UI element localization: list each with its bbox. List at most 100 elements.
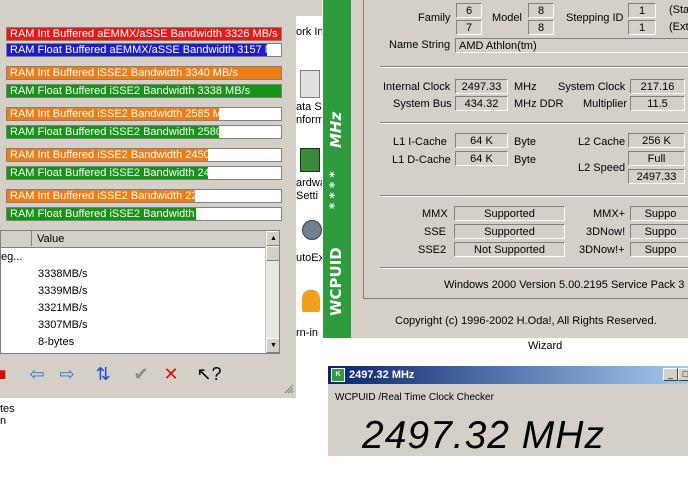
bandwidth-bar: RAM Int Buffered iSSE2 Bandwidth 2450 MB… (6, 148, 282, 162)
clock-subtitle: WCPUID /Real Time Clock Checker (335, 392, 494, 403)
help-pointer-icon[interactable]: ↖? (196, 360, 222, 388)
status-line: tes (0, 403, 15, 415)
minimize-button[interactable]: _ (663, 368, 678, 381)
desktop-icon-label[interactable]: rn-in S (296, 327, 322, 339)
column-header-field[interactable] (1, 231, 32, 246)
wcpuid-brand-bar: WCPUID * * * * MHz (323, 0, 351, 338)
list-header: Value (1, 231, 265, 248)
hardware-board-icon[interactable] (300, 148, 320, 172)
list-row-value[interactable]: 3307MB/s (38, 317, 88, 334)
l2-speed-label: L2 Speed (578, 162, 626, 174)
mhz-unit: MHz (514, 81, 537, 93)
cancel-x-icon[interactable]: ✕ (158, 360, 184, 388)
cd-drive-icon[interactable] (302, 220, 322, 240)
byte-unit: Byte (514, 136, 537, 148)
title-bar[interactable]: K 2497.32 MHz _ □ (328, 366, 688, 384)
desktop-icon-label[interactable]: ata Sc (296, 101, 322, 113)
realtime-clock-window: K 2497.32 MHz _ □ WCPUID /Real Time Cloc… (327, 366, 688, 457)
l2-cache-value: 256 K (628, 133, 685, 148)
bandwidth-bar: RAM Float Buffered aEMMX/aSSE Bandwidth … (6, 43, 282, 57)
family-label: Family (418, 12, 451, 24)
desktop-icon-label[interactable]: Setti (296, 190, 322, 202)
multiplier-label: Multiplier (583, 98, 628, 110)
resize-grip-icon[interactable] (282, 382, 294, 394)
mmxplus-label: MMX+ (593, 208, 626, 220)
l1-icache-label: L1 I-Cache (393, 136, 447, 148)
list-row-field[interactable]: eg... (1, 249, 22, 266)
model-value-top: 8 (528, 3, 554, 18)
check-icon[interactable]: ✔ (128, 360, 154, 388)
copyright: Copyright (c) 1996-2002 H.Oda!, All Righ… (395, 315, 657, 327)
3dnow-label: 3DNow! (586, 226, 626, 238)
bandwidth-bar: RAM Float Buffered iSSE2 Bandwidth 2300 … (6, 207, 282, 221)
scroll-down-arrow-icon[interactable]: ▼ (266, 338, 279, 353)
list-row-value[interactable]: 8-bytes (38, 334, 74, 351)
divider (380, 195, 688, 197)
sse2-value: Not Supported (454, 242, 565, 257)
list-row-value[interactable]: 3321MB/s (38, 300, 88, 317)
refresh-icon[interactable]: ⇅ (90, 360, 116, 388)
mmx-label: MMX (422, 208, 448, 220)
sse-value: Supported (454, 224, 565, 239)
stepping-label: Stepping ID (566, 12, 624, 24)
l1-dcache-value: 64 K (455, 151, 508, 166)
l2-speed-value: 2497.33 (628, 169, 685, 184)
model-value-bottom: 8 (528, 20, 554, 35)
family-value-bottom: 7 (456, 20, 482, 35)
l2-cache-label: L2 Cache (578, 136, 626, 148)
list-row-value[interactable]: 3338MB/s (38, 266, 88, 283)
sse-label: SSE (424, 226, 447, 238)
desktop-icon-computer[interactable] (296, 0, 322, 16)
desktop-icon-label[interactable]: ork In (296, 26, 322, 38)
desktop-icon-label[interactable]: ardwa (296, 177, 322, 189)
back-arrow-icon[interactable]: ⇦ (24, 360, 50, 388)
forward-arrow-icon[interactable]: ⇨ (54, 360, 80, 388)
window-title: 2497.32 MHz (349, 369, 415, 381)
bandwidth-bar-label: RAM Float Buffered iSSE2 Bandwidth 2450 … (10, 167, 251, 179)
system-bus-value: 434.32 (455, 96, 508, 111)
column-header-value[interactable]: Value (37, 232, 64, 246)
sse2-label: SSE2 (418, 244, 447, 256)
bandwidth-bar-label: RAM Int Buffered iSSE2 Bandwidth 3340 MB… (10, 67, 238, 79)
stop-icon[interactable]: ■ (0, 360, 14, 388)
plugin-icon[interactable] (302, 290, 320, 312)
divider (380, 267, 688, 269)
side-label: (Exte (669, 21, 688, 33)
l2-speed-mode: Full (628, 151, 685, 166)
desktop-icon-label[interactable]: nform (296, 114, 322, 126)
wcpuid-window: WCPUID * * * * MHz Family 6 7 Model 8 8 … (322, 0, 688, 338)
name-string-value: AMD Athlon(tm) (455, 38, 688, 53)
status-line: n (0, 415, 7, 427)
scroll-thumb[interactable] (266, 246, 279, 261)
bandwidth-bar-label: RAM Float Buffered iSSE2 Bandwidth 2580 … (10, 126, 251, 138)
maximize-button[interactable]: □ (678, 368, 688, 381)
byte-unit: Byte (514, 154, 537, 166)
multiplier-value: 11.5 (630, 96, 685, 111)
bandwidth-bar: RAM Int Buffered iSSE2 Bandwidth 2290 MB… (6, 189, 282, 203)
bandwidth-bar-label: RAM Int Buffered iSSE2 Bandwidth 2450 MB… (10, 149, 238, 161)
bandwidth-bar: RAM Int Buffered iSSE2 Bandwidth 3340 MB… (6, 66, 282, 80)
benchmark-window: RAM Int Buffered aEMMX/aSSE Bandwidth 33… (0, 0, 296, 398)
bandwidth-bar: RAM Int Buffered iSSE2 Bandwidth 2585 MB… (6, 107, 282, 121)
bandwidth-bar: RAM Float Buffered iSSE2 Bandwidth 2580 … (6, 125, 282, 139)
l1-icache-value: 64 K (455, 133, 508, 148)
mhz-ddr-unit: MHz DDR (514, 98, 564, 110)
bandwidth-bar-label: RAM Float Buffered iSSE2 Bandwidth 3338 … (10, 85, 251, 97)
brand-mhz: MHz (327, 111, 345, 149)
list-row-value[interactable]: 3339MB/s (38, 283, 88, 300)
desktop-icon-label[interactable]: utoEx (296, 252, 322, 264)
system-clock-value: 217.16 (630, 79, 685, 94)
results-list[interactable]: Value eg... 3338MB/s 3339MB/s 3321MB/s 3307M… (0, 230, 280, 354)
document-icon[interactable] (300, 70, 320, 98)
side-label: (Sta (669, 4, 688, 16)
family-value-top: 6 (456, 3, 482, 18)
model-label: Model (492, 12, 522, 24)
scroll-up-arrow-icon[interactable]: ▲ (266, 231, 279, 246)
toolbar: ■ ⇦ ⇨ ⇅ ✔ ✕ ↖? (0, 360, 280, 390)
3dnowplus-label: 3DNow!+ (579, 244, 625, 256)
list-scrollbar[interactable]: ▲ ▼ (265, 231, 279, 353)
name-string-label: Name String (389, 39, 451, 51)
wizard-label[interactable]: Wizard (528, 340, 562, 352)
clock-frequency: 2497.32 MHz (362, 414, 605, 457)
bandwidth-bar-label: RAM Float Buffered iSSE2 Bandwidth 2300 … (10, 208, 251, 220)
